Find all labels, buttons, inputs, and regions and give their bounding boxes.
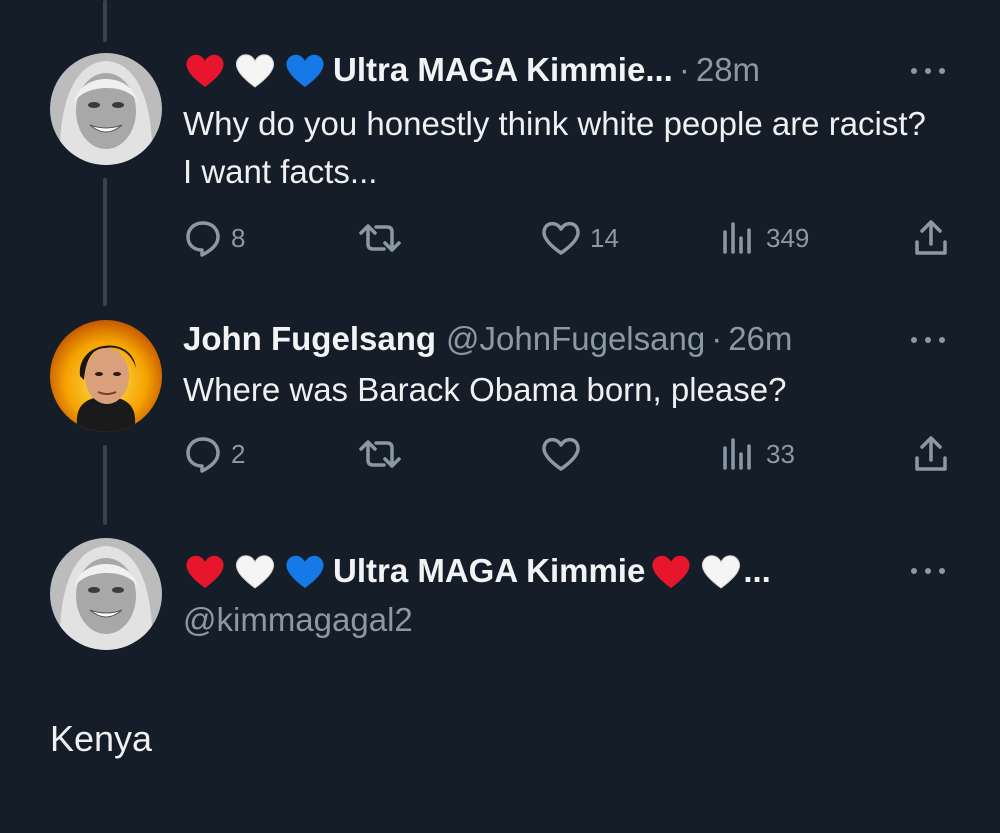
repost-button[interactable]	[358, 434, 410, 474]
blue-heart-icon	[283, 551, 327, 591]
reply-button[interactable]: 2	[183, 434, 245, 474]
like-button[interactable]	[540, 434, 590, 474]
reply-tweet[interactable]: Ultra MAGA Kimmie ... @kimmagagal2	[0, 520, 1000, 833]
avatar-kimmie[interactable]	[50, 53, 162, 165]
avatar-john-fugelsang[interactable]	[50, 320, 162, 432]
white-heart-icon	[699, 551, 743, 591]
tweet-1-header: Ultra MAGA Kimmie... · 28m	[183, 50, 760, 90]
reply-header: Ultra MAGA Kimmie ...	[183, 551, 771, 591]
display-name[interactable]: Ultra MAGA Kimmie	[333, 552, 645, 590]
handle[interactable]: @JohnFugelsang	[446, 320, 705, 358]
handle[interactable]: @kimmagagal2	[183, 601, 413, 639]
red-heart-icon	[649, 551, 693, 591]
heart-outline-icon	[542, 437, 580, 471]
display-name[interactable]: Ultra MAGA Kimmie...	[333, 51, 673, 89]
reply-count: 8	[231, 222, 246, 253]
red-heart-icon	[183, 551, 227, 591]
timestamp[interactable]: 28m	[696, 51, 760, 89]
views-button[interactable]: 349	[718, 218, 809, 258]
tweet-2-header: John Fugelsang @JohnFugelsang · 26m	[183, 319, 792, 359]
repost-icon	[359, 440, 401, 468]
views-chart-icon	[723, 222, 751, 254]
timestamp[interactable]: 26m	[728, 320, 792, 358]
tweet-1[interactable]: Ultra MAGA Kimmie... · 28m Why do you ho…	[0, 0, 1000, 300]
separator-dot: ·	[711, 320, 723, 357]
views-button[interactable]: 33	[718, 434, 795, 474]
like-count: 14	[590, 222, 619, 253]
repost-icon	[359, 224, 401, 252]
avatar-kimmie[interactable]	[50, 538, 162, 650]
white-heart-icon	[233, 551, 277, 591]
more-options-icon[interactable]	[911, 66, 945, 76]
heart-outline-icon	[542, 221, 580, 255]
blue-heart-icon	[283, 50, 327, 90]
view-count: 349	[766, 222, 810, 253]
display-name[interactable]: John Fugelsang	[183, 320, 436, 358]
like-button[interactable]: 14	[540, 218, 619, 258]
tweet-2-actions: 2 33	[183, 434, 953, 474]
red-heart-icon	[183, 50, 227, 90]
tweet-2[interactable]: John Fugelsang @JohnFugelsang · 26m Wher…	[0, 300, 1000, 520]
reply-button[interactable]: 8	[183, 218, 245, 258]
share-button[interactable]	[911, 218, 951, 258]
white-heart-icon	[233, 50, 277, 90]
repost-button[interactable]	[358, 218, 410, 258]
reply-text: Kenya	[50, 718, 153, 759]
reply-handle-row: @kimmagagal2	[183, 600, 413, 640]
tweet-1-actions: 8 14 349	[183, 218, 953, 258]
separator-dot: ·	[678, 51, 690, 88]
share-icon	[915, 220, 947, 255]
view-count: 33	[766, 438, 795, 469]
share-button[interactable]	[911, 434, 951, 474]
reply-icon	[186, 221, 220, 257]
more-options-icon[interactable]	[911, 566, 945, 576]
views-chart-icon	[723, 438, 751, 470]
reply-icon	[186, 437, 220, 473]
reply-count: 2	[231, 438, 246, 469]
tweet-text: Where was Barack Obama born, please?	[183, 371, 787, 408]
share-icon	[915, 436, 947, 471]
tweet-thread: Ultra MAGA Kimmie... · 28m Why do you ho…	[0, 0, 1000, 833]
tweet-text: Why do you honestly think white people a…	[183, 105, 926, 190]
more-options-icon[interactable]	[911, 335, 945, 345]
name-ellipsis: ...	[743, 552, 771, 589]
